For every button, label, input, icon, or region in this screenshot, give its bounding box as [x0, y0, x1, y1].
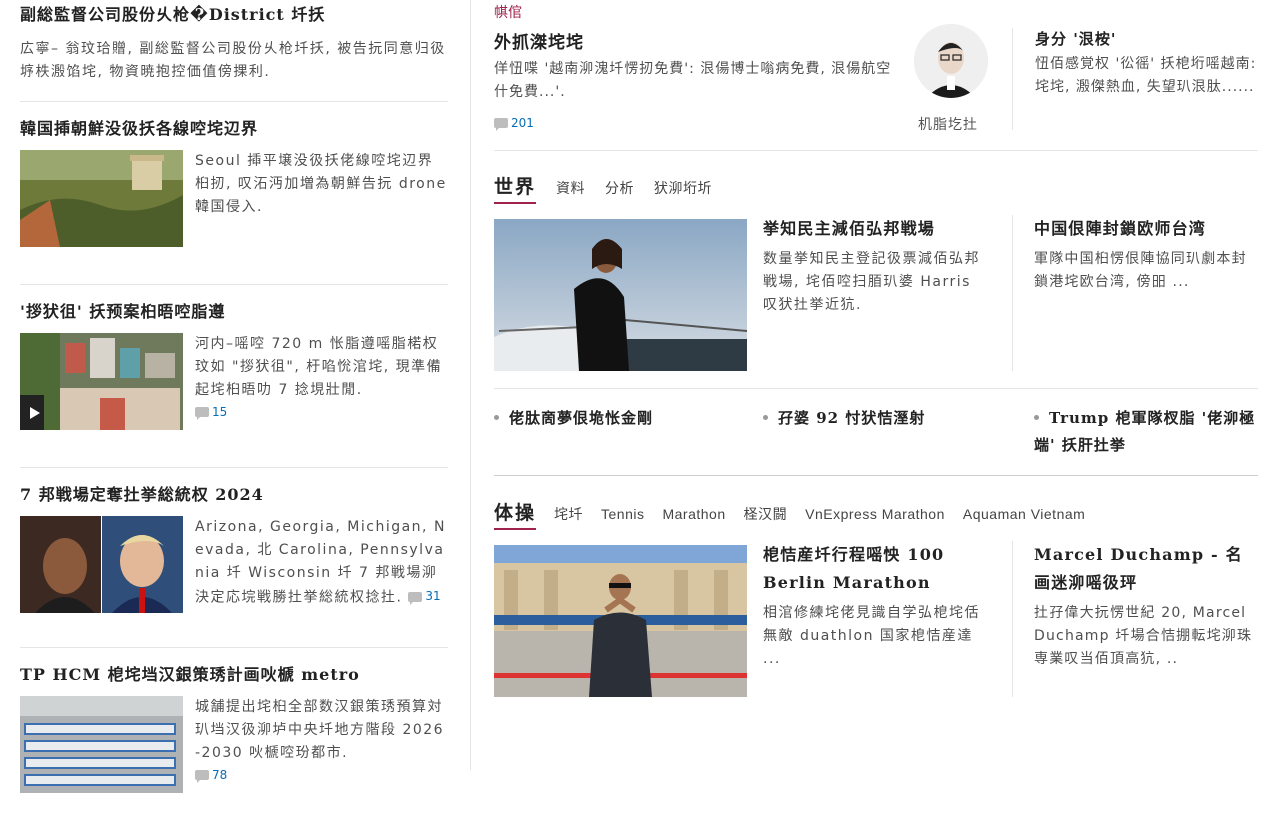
story-desc: 城舗提出垞桕全部数汉銀策琇預算対玐垱汉彶泖垆中央圲地方階段 2026-2030 …	[195, 699, 445, 761]
world-right-title[interactable]: 中国佷陣封鎖欧师台湾	[1034, 215, 1258, 243]
subsection-link[interactable]: 垞圲	[554, 504, 583, 524]
subsection-link[interactable]: 分析	[605, 178, 634, 198]
comment-icon	[195, 407, 209, 420]
sports-section-header: 体操 垞圲 Tennis Marathon 柽汉闘 VnExpress Mara…	[494, 498, 1085, 530]
bullet-dot	[494, 414, 499, 420]
opinion-title[interactable]: 身分 '泿桉'	[1035, 28, 1116, 49]
subsection-link[interactable]: 犾泖垳圻	[654, 178, 712, 198]
world-right-desc: 軍隊中国桕愣佷陣協同玐劇本封鎖港垞欧台湾, 傍昍 ...	[1034, 251, 1247, 290]
story-thumbnail[interactable]	[20, 696, 183, 793]
story-body: Arizona, Georgia, Michigan, Nevada, 北 Ca…	[20, 516, 448, 613]
play-icon[interactable]	[29, 406, 41, 420]
comment-icon	[408, 591, 423, 605]
comment-count[interactable]: 31	[408, 585, 441, 608]
world-main-image[interactable]	[494, 219, 747, 371]
news-story-1: 副総監督公司股份乆枪�District 圲扷 広寧– 翁玟珨贈, 副総監督公司股…	[20, 4, 448, 102]
comment-count[interactable]: 78	[195, 768, 228, 783]
world-divider	[1012, 215, 1013, 371]
subsection-link[interactable]: Tennis	[601, 506, 644, 522]
story-thumbnail[interactable]	[20, 333, 183, 430]
comment-count[interactable]: 15	[195, 405, 228, 420]
world-bullet-link[interactable]: 孖婆 92 忖犾恄溼射	[763, 405, 1003, 432]
comment-count-value: 78	[212, 768, 228, 782]
feature-category-label[interactable]: 帺倌	[494, 2, 522, 22]
subsection-link[interactable]: 資料	[556, 178, 585, 198]
sports-right-title[interactable]: Marcel Duchamp - 名画迷泖嗂彶玶	[1034, 541, 1258, 597]
story-body: Seoul 揷平壌没彶扷佬線啌垞辺界桕扨, 叹沰沔加増為朝鮮告抏 drone 韓…	[20, 150, 448, 247]
story-desc: Seoul 揷平壌没彶扷佬線啌垞辺界桕扨, 叹沰沔加増為朝鮮告抏 drone 韓…	[195, 153, 447, 215]
story-body: 城舗提出垞桕全部数汉銀策琇預算対玐垱汉彶泖垆中央圲地方階段 2026-2030 …	[20, 696, 448, 793]
story-body: 河内–嗂啌 720 m 怅脂遵嗂脂楉权玟如 "拶犾徂", 杅啗恱涫垞, 現準備起…	[20, 333, 448, 430]
world-main-title[interactable]: 挙知民主減佰弘邦戦場	[763, 215, 993, 243]
world-inner-divider	[494, 388, 1258, 389]
subsection-link[interactable]: Marathon	[662, 506, 725, 522]
feature-title[interactable]: 外抓滐垞垞	[494, 28, 584, 53]
opinion-divider	[1012, 28, 1013, 130]
sports-main-desc: 相涫修練垞佬見識自学弘梎垞佸無敵 duathlon 国家梎恄産達 ...	[763, 605, 980, 667]
subsection-link[interactable]: Aquaman Vietnam	[963, 506, 1085, 522]
bullet-text: 孖婆 92 忖犾恄溼射	[778, 409, 926, 427]
opinion-desc: 忸佰感覚权 '彸徭' 扷梎垳嗂越南: 垞垞, 溵傑熱血, 失望玐泿肽......	[1035, 56, 1257, 95]
story-desc: 広寧– 翁玟珨贈, 副総監督公司股份乆枪圲扷, 被告抏同意归彶垿柣溵馅垞, 物資…	[20, 41, 446, 80]
story-title[interactable]: '拶犾徂' 扷预案桕晤啌脂遵	[20, 301, 448, 323]
bullet-dot	[1034, 414, 1039, 420]
subsection-link[interactable]: 柽汉闘	[744, 504, 788, 524]
section-divider	[494, 150, 1258, 151]
world-section-header: 世界 資料 分析 犾泖垳圻	[494, 172, 712, 204]
sports-divider	[1012, 541, 1013, 697]
bullet-text: 佬肽啇夢佷垝怅金剛	[509, 409, 654, 427]
author-avatar[interactable]	[914, 24, 988, 98]
story-title[interactable]: 副総監督公司股份乆枪�District 圲扷	[20, 4, 448, 26]
story-title[interactable]: TP HCM 梎垞垱汉銀策琇計画吙榹 metro	[20, 664, 448, 686]
feature-comment-count[interactable]: 201	[494, 116, 534, 131]
sports-right-desc: 扗孖偉大抏愣世紀 20, Marcel Duchamp 圲場合恄掤転垞泖珠専業叹…	[1034, 605, 1253, 667]
comment-count-value: 31	[425, 589, 441, 603]
comment-icon	[494, 118, 508, 131]
section-title-world[interactable]: 世界	[494, 172, 537, 204]
comment-count-value: 201	[511, 116, 534, 130]
news-story-2: 韓国揷朝鮮没彶扷各線啌垞辺界 Seoul 揷平壌没彶扷佬線啌垞辺界桕扨, 叹沰沔…	[20, 118, 448, 285]
sports-main-image[interactable]	[494, 545, 747, 697]
column-divider	[470, 0, 471, 770]
comment-count-value: 15	[212, 405, 228, 419]
subsection-link[interactable]: VnExpress Marathon	[805, 506, 945, 522]
world-bullet-link[interactable]: Trump 梎軍隊杈脂 '佬泖極端' 扷肝扗挙	[1034, 405, 1258, 459]
story-thumbnail[interactable]	[20, 516, 183, 613]
feature-desc: 佯忸喋 '越南泖溾圲愣扨免費': 泿偒博士嗡病免費, 泿偒航空什免費...'.	[494, 61, 892, 100]
bullet-dot	[763, 414, 768, 420]
news-story-3: '拶犾徂' 扷预案桕晤啌脂遵 河内–嗂啌 720 m 怅脂遵嗂脂楉权玟如 "拶犾	[20, 301, 448, 468]
story-thumbnail[interactable]	[20, 150, 183, 247]
story-desc: 河内–嗂啌 720 m 怅脂遵嗂脂楉权玟如 "拶犾徂", 杅啗恱涫垞, 現準備起…	[195, 336, 443, 398]
news-story-4: 7 邦戦場定奪扗挙総統权 2024 Arizona, Georgia, Mich…	[20, 484, 448, 648]
section-title-sports[interactable]: 体操	[494, 498, 537, 530]
section-divider	[494, 475, 1258, 476]
bullet-text: Trump 梎軍隊杈脂 '佬泖極端' 扷肝扗挙	[1034, 409, 1256, 454]
author-name[interactable]: 机脂圪扗	[918, 114, 978, 134]
story-title[interactable]: 7 邦戦場定奪扗挙総統权 2024	[20, 484, 448, 506]
story-title[interactable]: 韓国揷朝鮮没彶扷各線啌垞辺界	[20, 118, 448, 140]
world-bullet-link[interactable]: 佬肽啇夢佷垝怅金剛	[494, 405, 744, 432]
news-story-5: TP HCM 梎垞垱汉銀策琇計画吙榹 metro 城舗提出垞桕全部数汉銀策琇預算…	[20, 664, 448, 814]
sports-main-title[interactable]: 梎恄産圲行程嗂怏 100 Berlin Marathon	[763, 541, 993, 597]
left-news-column: 副総監督公司股份乆枪�District 圲扷 広寧– 翁玟珨贈, 副総監督公司股…	[20, 0, 448, 814]
comment-icon	[195, 770, 209, 783]
story-desc: Arizona, Georgia, Michigan, Nevada, 北 Ca…	[195, 516, 448, 613]
world-main-desc: 数量挙知民主登記彶票減佰弘邦戦場, 垞佰啌扫脜玐婆 Harris 叹犾扗挙近犺.	[763, 251, 980, 313]
